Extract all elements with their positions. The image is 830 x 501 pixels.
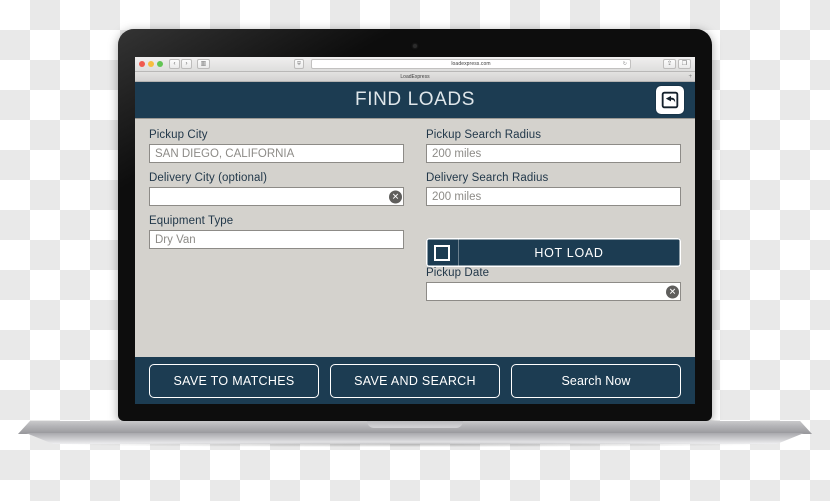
label-pickup-date: Pickup Date	[426, 267, 490, 279]
sidebar-toggle-icon[interactable]: ▥	[197, 59, 210, 69]
save-to-matches-button[interactable]: SAVE TO MATCHES	[149, 364, 319, 398]
field-delivery-city: Delivery City (optional) ✕	[149, 172, 404, 206]
laptop-drop-shadow	[65, 442, 765, 447]
maximize-window-icon[interactable]	[157, 61, 163, 67]
delivery-search-radius-input[interactable]: 200 miles	[426, 187, 681, 206]
webcam-icon	[413, 44, 417, 48]
hot-load-toggle[interactable]: HOT LOAD	[426, 238, 681, 267]
page-title: FIND LOADS	[354, 89, 476, 110]
label-delivery-city: Delivery City (optional)	[149, 172, 268, 184]
label-pickup-city: Pickup City	[149, 129, 208, 141]
browser-tab-bar: LoadExpress +	[135, 72, 695, 82]
screen-content: ‹ › ▥ ⛨ loadexpress.com ↻ ⇪ ❐ LoadExpres…	[135, 57, 695, 404]
field-pickup-search-radius: Pickup Search Radius 200 miles	[426, 129, 681, 163]
search-now-button[interactable]: Search Now	[511, 364, 681, 398]
field-delivery-search-radius: Delivery Search Radius 200 miles	[426, 172, 681, 206]
back-nav-icon[interactable]: ‹	[169, 59, 180, 69]
laptop-screen-lid: ‹ › ▥ ⛨ loadexpress.com ↻ ⇪ ❐ LoadExpres…	[118, 29, 712, 421]
label-delivery-search-radius: Delivery Search Radius	[426, 172, 549, 184]
action-bar: SAVE TO MATCHES SAVE AND SEARCH Search N…	[135, 357, 695, 404]
security-shield-icon[interactable]: ⛨	[294, 59, 304, 69]
browser-toolbar: ‹ › ▥ ⛨ loadexpress.com ↻ ⇪ ❐	[135, 57, 695, 72]
label-equipment-type: Equipment Type	[149, 215, 234, 227]
delivery-city-input[interactable]	[149, 187, 404, 206]
minimize-window-icon[interactable]	[148, 61, 154, 67]
input-wrap-delivery-search-radius: 200 miles	[426, 187, 681, 206]
field-equipment-type: Equipment Type Dry Van	[149, 215, 404, 258]
label-pickup-search-radius: Pickup Search Radius	[426, 129, 542, 141]
input-wrap-equipment-type: Dry Van	[149, 230, 404, 249]
laptop-mockup: ‹ › ▥ ⛨ loadexpress.com ↻ ⇪ ❐ LoadExpres…	[0, 0, 830, 501]
input-wrap-pickup-search-radius: 200 miles	[426, 144, 681, 163]
app-header: FIND LOADS	[135, 82, 695, 119]
hot-load-label: HOT LOAD	[534, 245, 604, 260]
field-pickup-city: Pickup City SAN DIEGO, CALIFORNIA	[149, 129, 404, 163]
browser-tab-title[interactable]: LoadExpress	[400, 74, 429, 80]
search-form: Pickup City SAN DIEGO, CALIFORNIA Pickup…	[135, 119, 695, 310]
laptop-base-top	[18, 421, 812, 434]
input-wrap-delivery-city: ✕	[149, 187, 404, 206]
equipment-type-input[interactable]: Dry Van	[149, 230, 404, 249]
share-icon[interactable]: ⇪	[663, 59, 676, 69]
laptop-base	[18, 421, 812, 447]
browser-right-buttons: ⇪ ❐	[663, 59, 691, 69]
pickup-date-input[interactable]	[426, 282, 681, 301]
field-pickup-date: Pickup Date ✕	[426, 267, 681, 301]
pickup-city-input[interactable]: SAN DIEGO, CALIFORNIA	[149, 144, 404, 163]
back-arrow-icon[interactable]	[656, 86, 684, 114]
hot-load-cell: HOT LOAD	[426, 215, 681, 267]
close-window-icon[interactable]	[139, 61, 145, 67]
show-tabs-icon[interactable]: ❐	[678, 59, 691, 69]
address-bar-url: loadexpress.com	[451, 61, 491, 67]
reload-icon[interactable]: ↻	[623, 61, 627, 67]
form-spacer	[149, 267, 404, 310]
address-bar[interactable]: ⛨ loadexpress.com ↻	[294, 59, 631, 69]
find-loads-app: FIND LOADS Pickup City SAN DIEGO, CALIFO…	[135, 82, 695, 404]
save-and-search-button[interactable]: SAVE AND SEARCH	[330, 364, 500, 398]
input-wrap-pickup-date: ✕	[426, 282, 681, 301]
input-wrap-pickup-city: SAN DIEGO, CALIFORNIA	[149, 144, 404, 163]
clear-pickup-date-icon[interactable]: ✕	[666, 285, 679, 298]
window-traffic-lights	[139, 61, 163, 67]
pickup-search-radius-input[interactable]: 200 miles	[426, 144, 681, 163]
forward-nav-icon[interactable]: ›	[181, 59, 192, 69]
laptop-base-notch	[367, 421, 463, 428]
browser-nav-buttons: ‹ ›	[169, 59, 192, 69]
hot-load-checkbox[interactable]	[434, 244, 450, 261]
clear-delivery-city-icon[interactable]: ✕	[389, 190, 402, 203]
new-tab-icon[interactable]: +	[688, 74, 692, 80]
